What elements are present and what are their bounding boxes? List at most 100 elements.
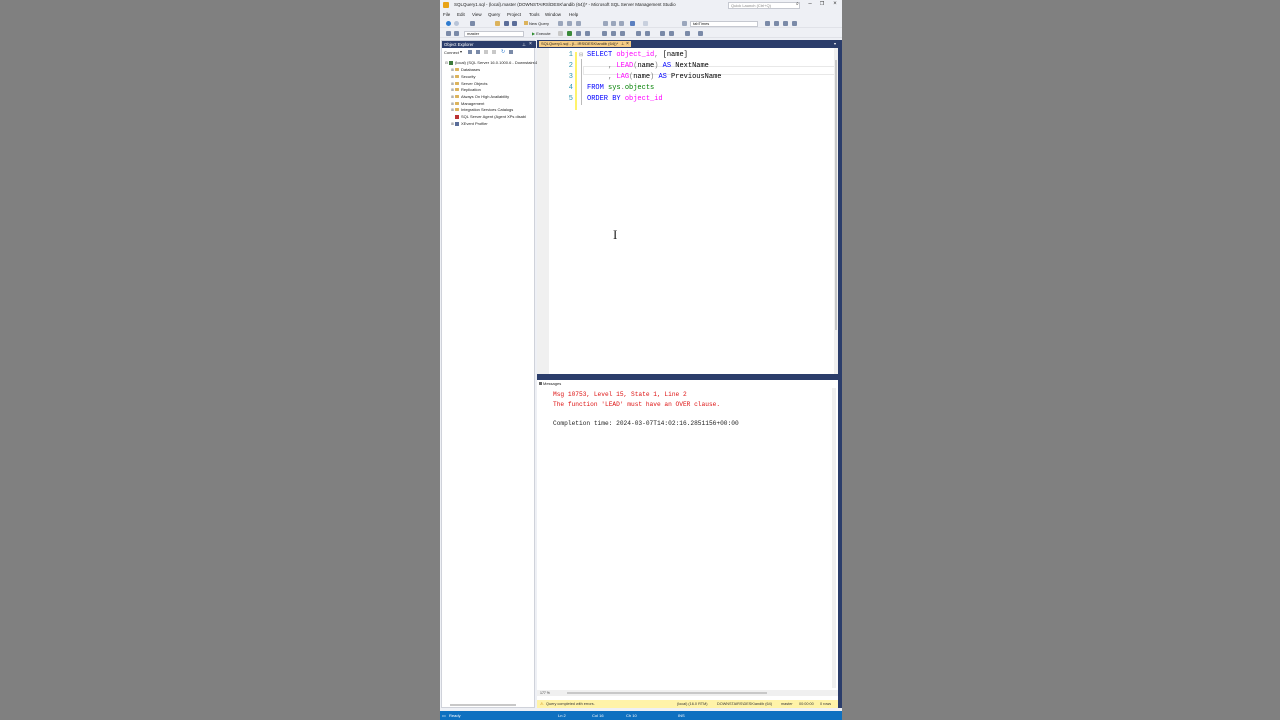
- collapse-region-icon[interactable]: ⊟: [579, 52, 583, 58]
- restore-button[interactable]: ❐: [817, 1, 827, 8]
- folder-icon: [455, 102, 459, 106]
- open-file-icon[interactable]: [495, 21, 500, 26]
- messages-output[interactable]: Msg 10753, Level 15, State 1, Line 2 The…: [553, 390, 739, 428]
- new-query-button[interactable]: New Query: [524, 21, 549, 26]
- results-pane: Messages Msg 10753, Level 15, State 1, L…: [537, 380, 838, 700]
- results-text-icon[interactable]: [611, 31, 616, 36]
- query-status-server: (local) (16.0 RTM): [677, 702, 708, 706]
- close-button[interactable]: ×: [830, 1, 840, 8]
- tab-pin-icon[interactable]: ⊥: [621, 41, 624, 47]
- results-file-icon[interactable]: [620, 31, 625, 36]
- editor-margin: [537, 48, 549, 374]
- connect-icon[interactable]: [446, 31, 451, 36]
- undo-icon[interactable]: [630, 21, 635, 26]
- toolbox-icon[interactable]: [774, 21, 779, 26]
- cut-icon[interactable]: [603, 21, 608, 26]
- sql-editor-toolbar: master ▶ Execute: [440, 29, 842, 38]
- mdx-query-icon[interactable]: [558, 21, 563, 26]
- window-layout-icon[interactable]: [792, 21, 797, 26]
- new-project-icon[interactable]: [470, 21, 475, 26]
- window-title: SQLQuery1.sql - (local).master (DOWNSTAI…: [454, 2, 676, 7]
- menu-help[interactable]: Help: [569, 12, 578, 17]
- results-vertical-scrollbar[interactable]: [832, 388, 836, 688]
- tree-item-sql-agent[interactable]: SQL Server Agent (Agent XPs disabl: [455, 114, 526, 120]
- tree-item-xevent-profiler[interactable]: ⊞ XEvent Profiler: [451, 121, 488, 127]
- code-line-1: SELECT object_id, [name]: [587, 51, 688, 59]
- menu-view[interactable]: View: [472, 12, 482, 17]
- more-icon[interactable]: [698, 31, 703, 36]
- disconnect-icon[interactable]: [476, 50, 480, 54]
- tab-close-icon[interactable]: ×: [626, 41, 629, 47]
- tab-overflow-icon[interactable]: ▾: [834, 40, 836, 47]
- line-number: 1: [568, 51, 573, 59]
- tab-sqlquery1[interactable]: SQLQuery1.sql - (l...IRS\DESK\andib (64)…: [539, 41, 631, 47]
- tree-item-integration-services[interactable]: ⊞ Integration Services Catalogs: [451, 107, 513, 113]
- tree-item-label: Databases: [461, 67, 481, 72]
- forward-icon[interactable]: [454, 21, 459, 26]
- paste-icon[interactable]: [619, 21, 624, 26]
- minimize-button[interactable]: –: [805, 1, 815, 8]
- menu-tools[interactable]: Tools: [529, 12, 540, 17]
- outline-line: [581, 59, 582, 105]
- query-status-rows: 0 rows: [820, 702, 832, 706]
- parse-icon[interactable]: [567, 31, 572, 36]
- estimated-plan-icon[interactable]: [576, 31, 581, 36]
- uncomment-icon[interactable]: [645, 31, 650, 36]
- results-grid-icon[interactable]: [602, 31, 607, 36]
- messages-tab-label: Messages: [543, 381, 562, 386]
- folder-icon: [455, 95, 459, 99]
- execute-label: Execute: [536, 31, 551, 36]
- tree-item-replication[interactable]: ⊞ Replication: [451, 87, 481, 93]
- stop-icon[interactable]: [558, 31, 563, 36]
- query-options-icon[interactable]: [585, 31, 590, 36]
- specify-values-icon[interactable]: [685, 31, 690, 36]
- menu-window[interactable]: Window: [545, 12, 561, 17]
- redo-icon[interactable]: [643, 21, 648, 26]
- status-bar: ▭ Ready Ln 2 Col 16 Ch 10 INS: [440, 711, 842, 720]
- back-icon[interactable]: [446, 21, 451, 26]
- outdent-icon[interactable]: [669, 31, 674, 36]
- database-combo[interactable]: master: [464, 30, 524, 37]
- sql-editor[interactable]: 1 2 3 4 5 ⊟ SELECT object_id, [name] , L…: [537, 48, 838, 386]
- tab-messages[interactable]: Messages: [539, 380, 561, 387]
- comment-icon[interactable]: [636, 31, 641, 36]
- search-icon: ⌕: [796, 1, 799, 7]
- folder-icon: [455, 88, 459, 92]
- results-zoom[interactable]: 177 %: [540, 691, 550, 695]
- properties-icon[interactable]: [765, 21, 770, 26]
- find-combo[interactable]: tabTimes: [690, 20, 758, 27]
- quick-launch-input[interactable]: Quick Launch (Ctrl+Q): [728, 1, 800, 9]
- options-icon[interactable]: [783, 21, 788, 26]
- tree-item-always-on[interactable]: ⊞ Always On High Availability: [451, 94, 509, 100]
- indent-icon[interactable]: [660, 31, 665, 36]
- results-horizontal-thumb[interactable]: [567, 692, 767, 694]
- tree-root-server[interactable]: ⊟ (local) (SQL Server 16.0.1000.6 - Downs…: [445, 60, 542, 66]
- stop-icon[interactable]: [484, 50, 488, 54]
- query-status-database: master: [781, 702, 793, 706]
- change-connection-icon[interactable]: [454, 31, 459, 36]
- menu-file[interactable]: File: [443, 12, 450, 17]
- activity-monitor-icon[interactable]: [509, 50, 513, 54]
- connect-plug-icon[interactable]: [468, 50, 472, 54]
- xmla-query-icon[interactable]: [576, 21, 581, 26]
- connect-dropdown[interactable]: Connect: [444, 50, 459, 55]
- horizontal-scrollbar[interactable]: [450, 704, 516, 706]
- save-icon[interactable]: [504, 21, 509, 26]
- tree-item-databases[interactable]: ⊞ Databases: [451, 67, 480, 73]
- dmx-query-icon[interactable]: [567, 21, 572, 26]
- menu-query[interactable]: Query: [488, 12, 500, 17]
- find-icon[interactable]: [682, 21, 687, 26]
- tree-item-label: XEvent Profiler: [461, 121, 488, 126]
- save-all-icon[interactable]: [512, 21, 517, 26]
- execute-button[interactable]: ▶ Execute: [532, 31, 551, 36]
- copy-icon[interactable]: [611, 21, 616, 26]
- menu-project[interactable]: Project: [507, 12, 521, 17]
- pin-icon[interactable]: ⊥: [522, 41, 526, 48]
- status-ch: Ch 10: [626, 713, 637, 718]
- tree-item-security[interactable]: ⊞ Security: [451, 74, 475, 80]
- panel-close-icon[interactable]: ×: [529, 41, 532, 48]
- menu-edit[interactable]: Edit: [457, 12, 465, 17]
- filter-icon[interactable]: [492, 50, 496, 54]
- editor-scroll-thumb[interactable]: [835, 60, 837, 330]
- refresh-icon[interactable]: ↻: [501, 49, 505, 55]
